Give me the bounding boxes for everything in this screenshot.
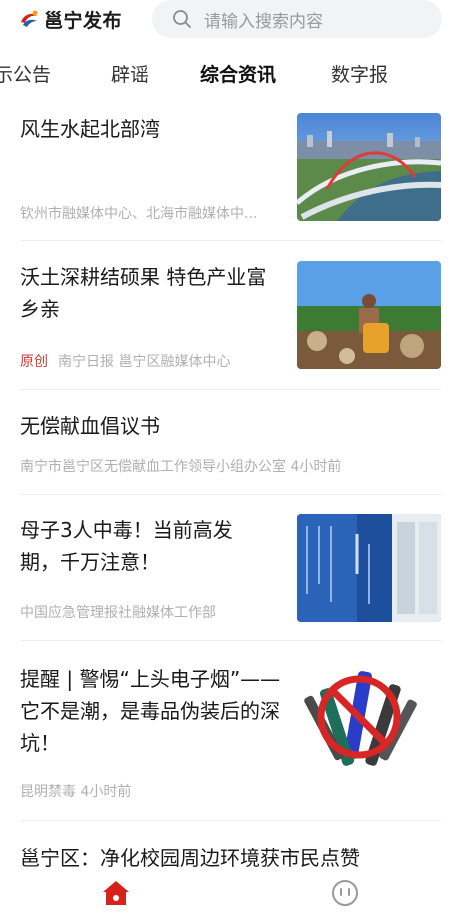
news-item[interactable]: 风生水起北部湾 钦州市融媒体中心、北海市融媒体中... bbox=[20, 113, 441, 222]
news-source: 中国应急管理报社融媒体工作部 bbox=[20, 605, 216, 621]
news-item[interactable]: 提醒 | 警惕“上头电子烟”——它不是潮，是毒品伪装后的深坑！ 昆明禁毒 4小时… bbox=[20, 663, 441, 803]
news-item[interactable]: 母子3人中毒！当前高发期，千万注意！ 中国应急管理报社融媒体工作部 bbox=[20, 514, 441, 622]
app-logo[interactable]: 邕宁发布 bbox=[18, 6, 122, 32]
tab-rumor[interactable]: 辟谣 bbox=[111, 60, 149, 87]
search-input[interactable]: 请输入搜索内容 bbox=[152, 0, 442, 38]
app-name: 邕宁发布 bbox=[44, 9, 123, 32]
news-item[interactable]: 无偿献血倡议书 南宁市邕宁区无偿献血工作领导小组办公室 4小时前 bbox=[20, 410, 441, 480]
news-item[interactable]: 邕宁区：净化校园周边环境获市民点赞 bbox=[20, 842, 441, 872]
news-thumbnail bbox=[297, 113, 441, 221]
news-thumbnail bbox=[297, 663, 441, 775]
news-source: 南宁市邕宁区无偿献血工作领导小组办公室 4小时前 bbox=[20, 459, 342, 475]
home-icon[interactable] bbox=[101, 878, 131, 908]
face-icon[interactable] bbox=[331, 879, 359, 907]
news-source-text: 南宁日报 邕宁区融媒体中心 bbox=[58, 354, 231, 370]
news-title: 无偿献血倡议书 bbox=[20, 414, 160, 438]
divider bbox=[20, 389, 441, 390]
news-title: 沃土深耕结硕果 特色产业富乡亲 bbox=[20, 265, 267, 321]
news-item[interactable]: 沃土深耕结硕果 特色产业富乡亲 原创 南宁日报 邕宁区融媒体中心 bbox=[20, 261, 441, 371]
divider bbox=[20, 640, 441, 641]
tab-news[interactable]: 综合资讯 bbox=[200, 60, 276, 87]
bottom-nav bbox=[0, 870, 453, 920]
logo-icon bbox=[18, 8, 40, 30]
category-tabs: 示公告 辟谣 综合资讯 数字报 bbox=[0, 54, 453, 94]
news-source: 原创 南宁日报 邕宁区融媒体中心 bbox=[20, 351, 230, 371]
tab-digital-paper[interactable]: 数字报 bbox=[331, 60, 388, 87]
app-header: 邕宁发布 请输入搜索内容 bbox=[0, 0, 453, 40]
search-icon bbox=[172, 9, 192, 29]
news-source: 昆明禁毒 4小时前 bbox=[20, 784, 132, 800]
tab-notice[interactable]: 示公告 bbox=[0, 60, 51, 87]
news-thumbnail bbox=[297, 261, 441, 369]
news-title: 母子3人中毒！当前高发期，千万注意！ bbox=[20, 518, 233, 574]
news-title: 提醒 | 警惕“上头电子烟”——它不是潮，是毒品伪装后的深坑！ bbox=[20, 667, 281, 755]
divider bbox=[20, 820, 441, 821]
news-title: 风生水起北部湾 bbox=[20, 117, 160, 141]
search-placeholder: 请输入搜索内容 bbox=[204, 11, 323, 32]
news-thumbnail bbox=[297, 514, 441, 622]
original-badge: 原创 bbox=[20, 354, 48, 370]
divider bbox=[20, 494, 441, 495]
news-source: 钦州市融媒体中心、北海市融媒体中... bbox=[20, 206, 258, 222]
divider bbox=[20, 240, 441, 241]
